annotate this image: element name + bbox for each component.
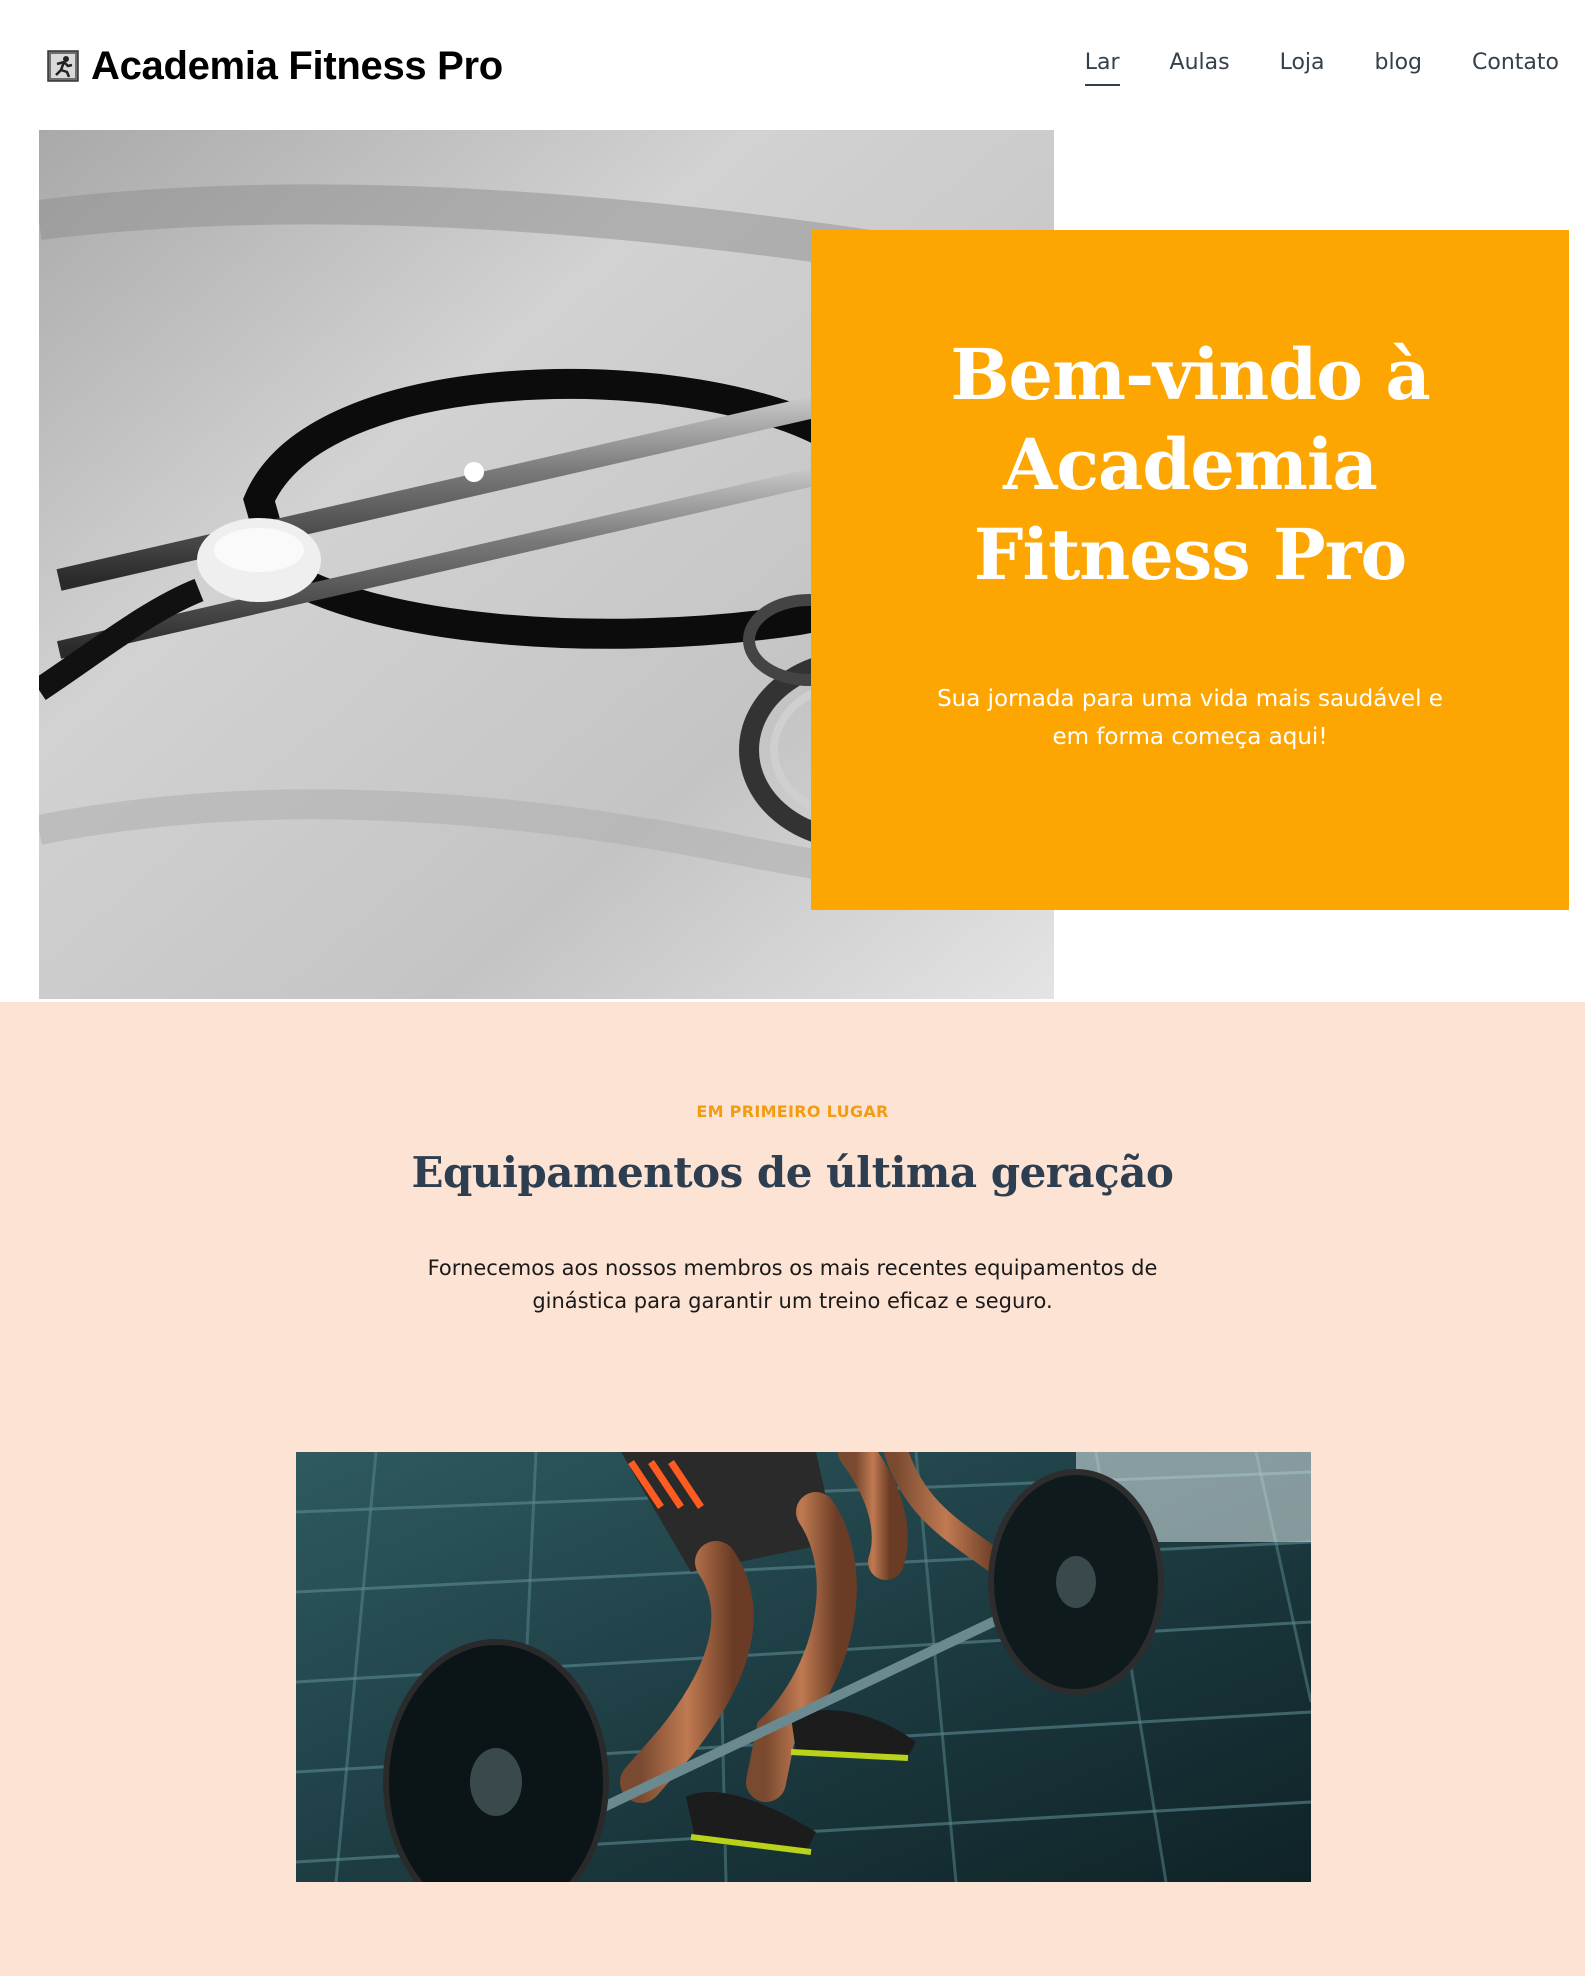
site-header: Academia Fitness Pro Lar Aulas Loja blog… bbox=[0, 0, 1585, 130]
nav-item-contato[interactable]: Contato bbox=[1472, 46, 1559, 80]
main-nav: Lar Aulas Loja blog Contato bbox=[1084, 46, 1559, 86]
feature-description: Fornecemos aos nossos membros os mais re… bbox=[427, 1256, 1158, 1313]
deadlift-image bbox=[296, 1452, 1311, 1882]
nav-item-lar[interactable]: Lar bbox=[1084, 46, 1120, 86]
nav-item-blog[interactable]: blog bbox=[1375, 46, 1423, 80]
hero-subtitle: Sua jornada para uma vida mais saudável … bbox=[937, 686, 1443, 750]
feature-eyebrow: EM PRIMEIRO LUGAR bbox=[696, 1102, 889, 1121]
hero-section: Bem-vindo à Academia Fitness Pro Sua jor… bbox=[0, 130, 1585, 1002]
equipment-feature-section: EM PRIMEIRO LUGAR Equipamentos de última… bbox=[0, 1002, 1585, 1976]
site-brand-name: Academia Fitness Pro bbox=[91, 44, 503, 88]
site-logo-link[interactable]: Academia Fitness Pro bbox=[47, 38, 503, 94]
hero-title: Bem-vindo à Academia Fitness Pro bbox=[950, 333, 1430, 596]
hero-welcome-card: Bem-vindo à Academia Fitness Pro Sua jor… bbox=[811, 230, 1569, 910]
nav-item-loja[interactable]: Loja bbox=[1280, 46, 1325, 80]
nav-item-aulas[interactable]: Aulas bbox=[1170, 46, 1230, 80]
runner-emoji-icon bbox=[47, 50, 79, 82]
feature-title: Equipamentos de última geração bbox=[411, 1148, 1174, 1197]
